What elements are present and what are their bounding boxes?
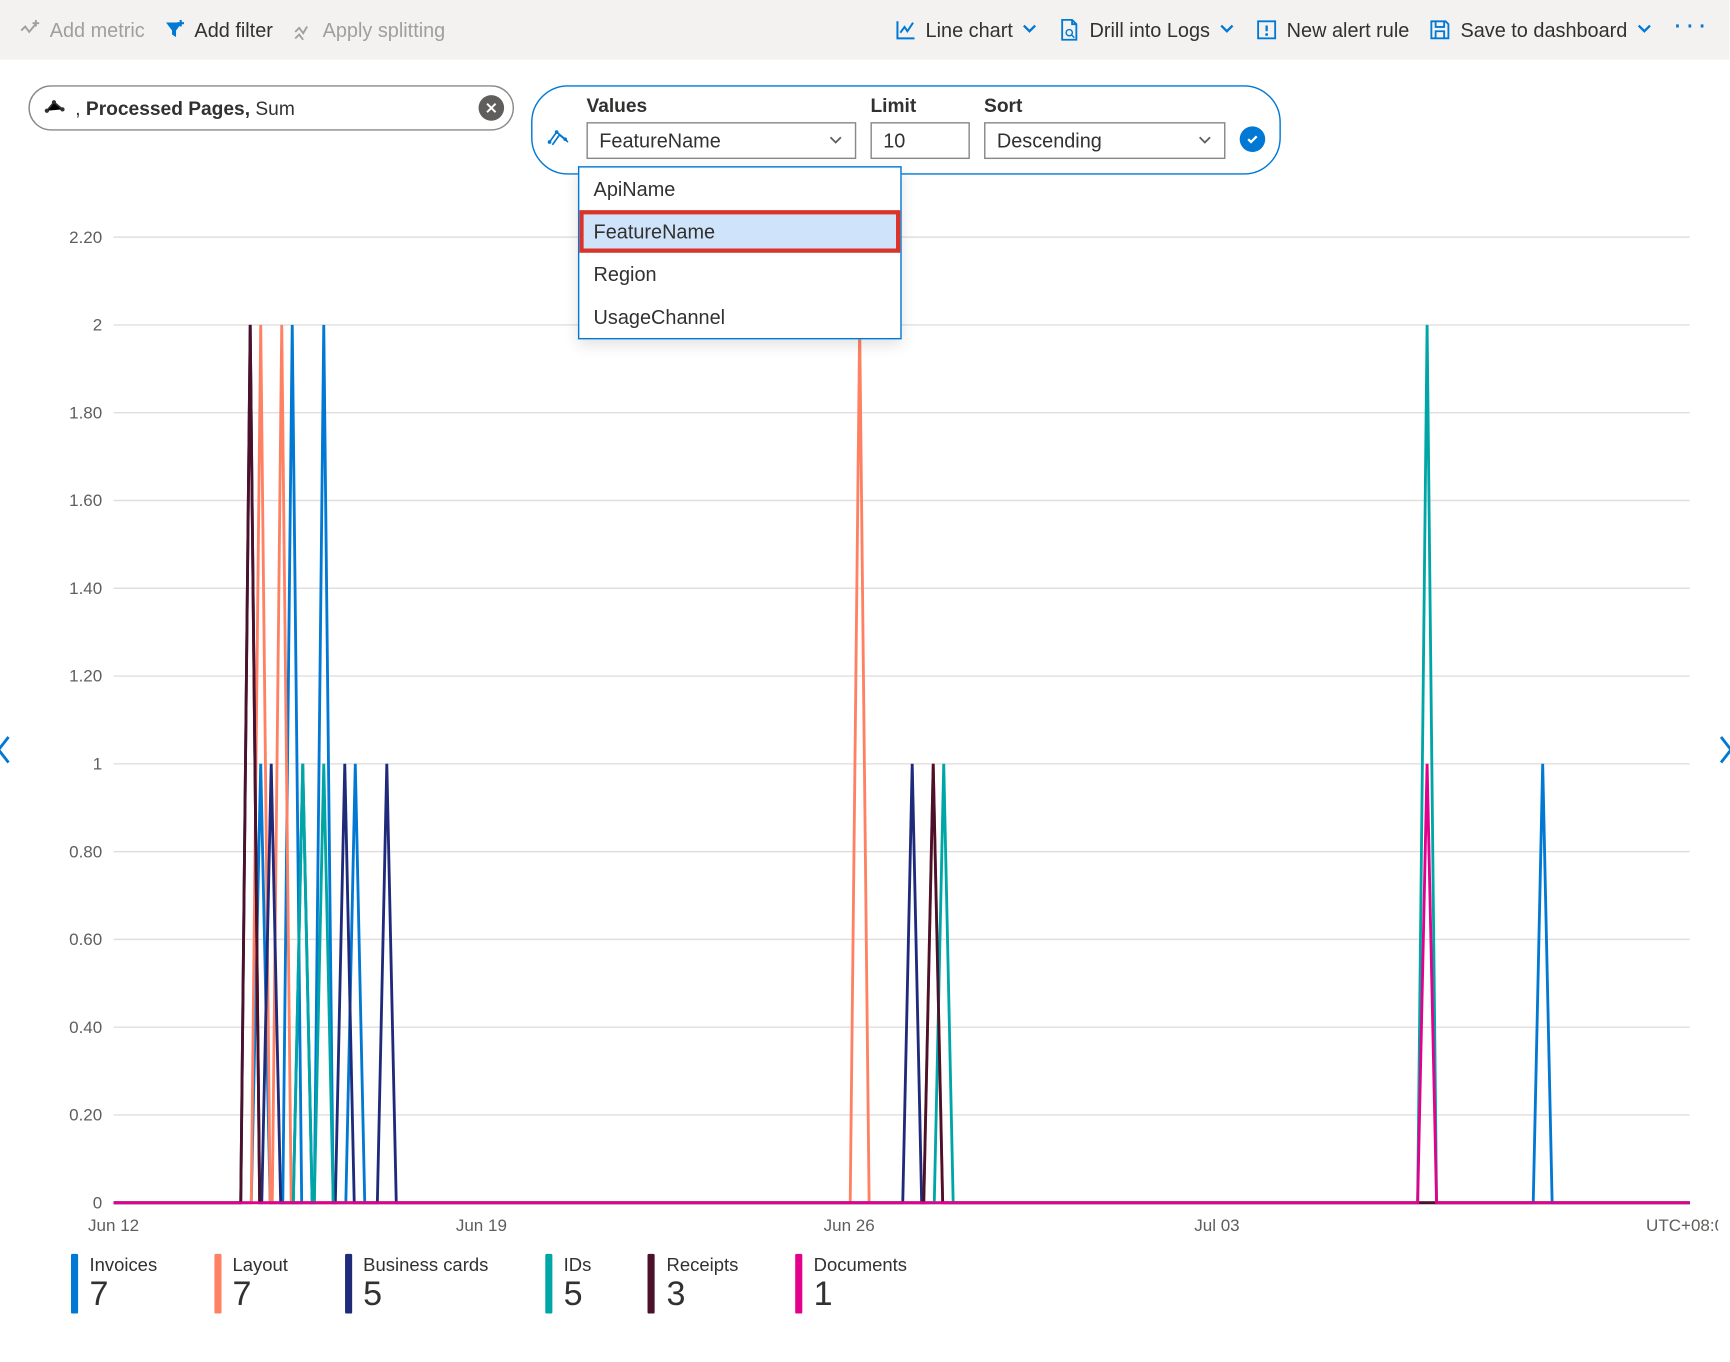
legend-label: Documents (814, 1254, 907, 1275)
svg-text:0.60: 0.60 (69, 930, 102, 949)
metric-icon (20, 19, 41, 40)
values-option[interactable]: UsageChannel (579, 295, 900, 338)
new-alert-label: New alert rule (1287, 18, 1410, 41)
apply-splitting-label: Apply splitting (323, 18, 446, 41)
confirm-splitting-button[interactable] (1240, 126, 1266, 152)
line-chart-button[interactable]: Line chart (894, 18, 1038, 41)
add-metric-button[interactable]: Add metric (20, 18, 145, 41)
splitting-icon (547, 126, 573, 150)
splitting-icon (293, 19, 314, 40)
legend-label: Business cards (363, 1254, 488, 1275)
chevron-down-icon (1197, 129, 1213, 152)
save-dash-button[interactable]: Save to dashboard (1429, 18, 1653, 41)
add-metric-label: Add metric (50, 18, 145, 41)
metric-text: , Processed Pages, Sum (75, 97, 478, 118)
new-alert-button[interactable]: New alert rule (1255, 18, 1409, 41)
toolbar: Add metric Add filter Apply splitting Li… (0, 0, 1730, 60)
metric-remove-button[interactable] (479, 95, 505, 121)
drill-logs-button[interactable]: Drill into Logs (1058, 18, 1235, 41)
svg-text:Jun 12: Jun 12 (88, 1216, 139, 1235)
legend-value: 3 (667, 1275, 739, 1315)
apply-splitting-button[interactable]: Apply splitting (293, 18, 445, 41)
logs-icon (1058, 18, 1081, 41)
save-dash-label: Save to dashboard (1460, 18, 1627, 41)
values-dropdown[interactable]: FeatureName (586, 122, 856, 159)
legend-value: 1 (814, 1275, 907, 1315)
chart: 0 0.20 0.40 0.60 0.80 1 1.20 1.40 1.60 1.80 2 2.20 J… (0, 223, 1730, 1315)
controls-row: , Processed Pages, Sum Values FeatureNam… (0, 60, 1730, 181)
drill-logs-label: Drill into Logs (1090, 18, 1210, 41)
chart-canvas: 0 0.20 0.40 0.60 0.80 1 1.20 1.40 1.60 1.80 2 2.20 J… (28, 223, 1718, 1245)
legend-value: 7 (89, 1275, 157, 1315)
svg-text:1.20: 1.20 (69, 667, 102, 686)
metric-pill[interactable]: , Processed Pages, Sum (28, 85, 514, 130)
values-dropdown-popup: ApiName FeatureName Region UsageChannel (578, 166, 902, 339)
chevron-down-icon (828, 129, 844, 152)
svg-text:Jun 19: Jun 19 (456, 1216, 507, 1235)
svg-text:Jun 26: Jun 26 (824, 1216, 875, 1235)
legend-value: 5 (363, 1275, 488, 1315)
splitting-pill: Values FeatureName Limit 10 Sort Descend… (531, 85, 1281, 174)
values-option[interactable]: ApiName (579, 168, 900, 211)
svg-text:2.20: 2.20 (69, 228, 102, 247)
svg-text:Jul 03: Jul 03 (1194, 1216, 1239, 1235)
svg-text:1.40: 1.40 (69, 579, 102, 598)
svg-text:1.60: 1.60 (69, 491, 102, 510)
chevron-down-icon (1219, 18, 1236, 41)
filter-icon (165, 19, 186, 40)
legend-label: Invoices (89, 1254, 157, 1275)
line-chart-icon (894, 18, 917, 41)
values-label: Values (586, 95, 856, 116)
limit-value: 10 (883, 129, 905, 152)
chart-nav-prev[interactable] (0, 734, 14, 774)
values-option[interactable]: FeatureName (579, 210, 900, 253)
line-chart-label: Line chart (926, 18, 1013, 41)
more-button[interactable]: ··· (1673, 18, 1710, 41)
sort-label: Sort (984, 95, 1225, 116)
legend-label: Receipts (667, 1254, 739, 1275)
svg-text:1.80: 1.80 (69, 403, 102, 422)
legend-value: 7 (232, 1275, 287, 1315)
add-filter-button[interactable]: Add filter (165, 18, 273, 41)
values-value: FeatureName (599, 129, 721, 152)
svg-text:0.40: 0.40 (69, 1018, 102, 1037)
chevron-down-icon (1636, 18, 1653, 41)
legend-label: IDs (564, 1254, 592, 1275)
more-icon: ··· (1673, 18, 1710, 41)
sort-dropdown[interactable]: Descending (984, 122, 1225, 159)
legend-item[interactable]: Documents1 (795, 1254, 907, 1315)
svg-text:0.80: 0.80 (69, 842, 102, 861)
svg-text:1: 1 (93, 755, 102, 774)
legend-item[interactable]: Business cards5 (345, 1254, 489, 1315)
limit-input[interactable]: 10 (870, 122, 969, 159)
chart-legend: Invoices7Layout7Business cards5IDs5Recei… (14, 1245, 1715, 1315)
svg-text:UTC+08:00: UTC+08:00 (1646, 1216, 1718, 1235)
alert-icon (1255, 18, 1278, 41)
legend-item[interactable]: IDs5 (545, 1254, 591, 1315)
svg-text:0.20: 0.20 (69, 1106, 102, 1125)
legend-value: 5 (564, 1275, 592, 1315)
values-option[interactable]: Region (579, 253, 900, 296)
legend-item[interactable]: Invoices7 (71, 1254, 157, 1315)
sort-value: Descending (997, 129, 1102, 152)
svg-text:2: 2 (93, 316, 102, 335)
chart-nav-next[interactable] (1715, 734, 1730, 774)
save-icon (1429, 18, 1452, 41)
legend-item[interactable]: Receipts3 (648, 1254, 738, 1315)
add-filter-label: Add filter (194, 18, 272, 41)
svg-text:0: 0 (93, 1193, 102, 1212)
chevron-down-icon (1021, 18, 1038, 41)
limit-label: Limit (870, 95, 969, 116)
legend-label: Layout (232, 1254, 287, 1275)
metric-icon (44, 97, 67, 120)
legend-item[interactable]: Layout7 (214, 1254, 288, 1315)
